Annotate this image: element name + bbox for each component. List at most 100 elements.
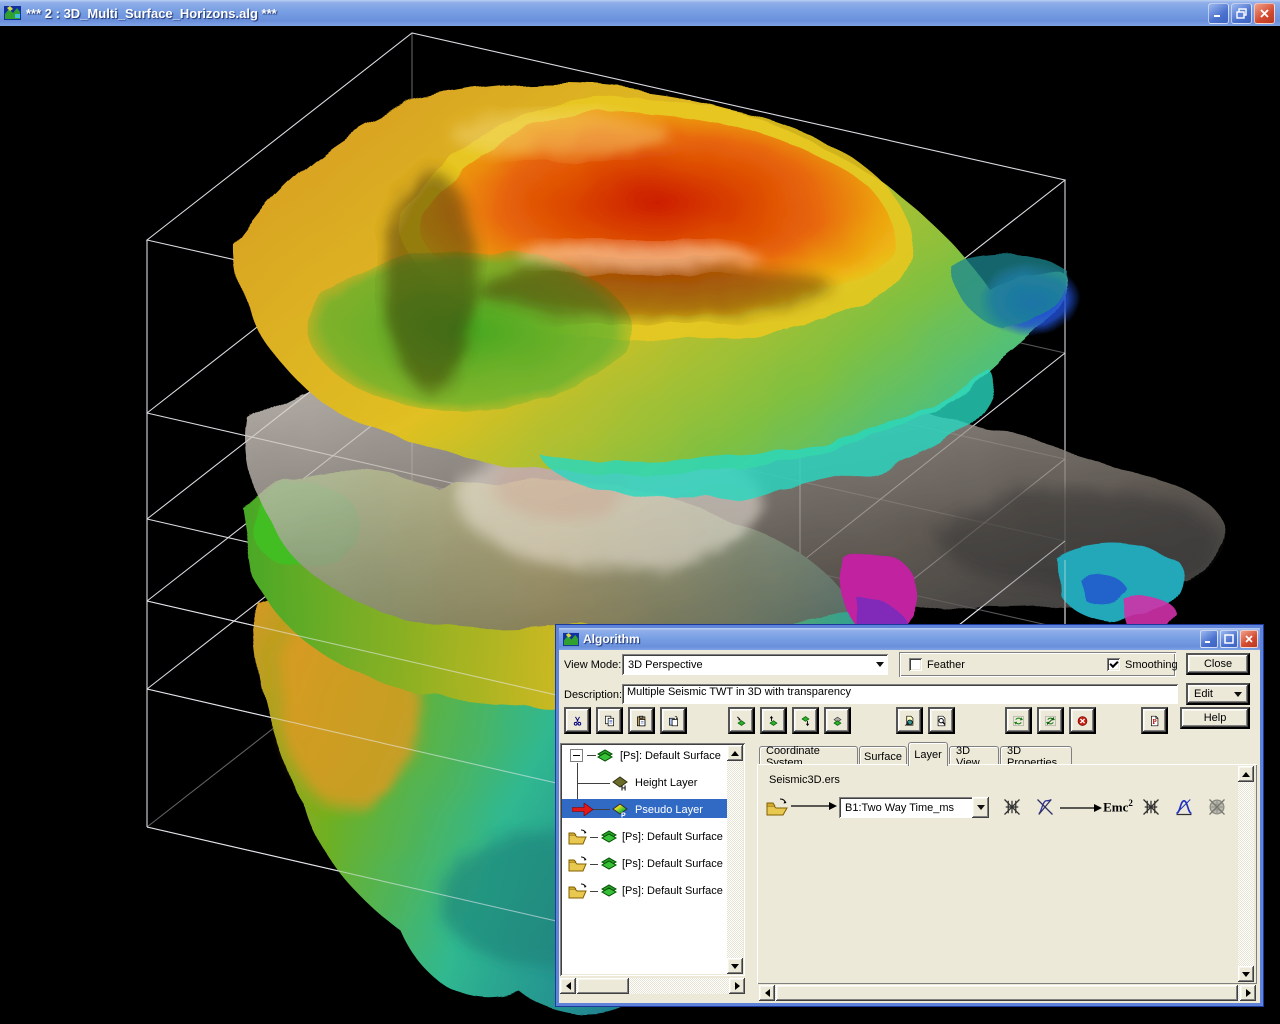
algorithm-dialog-icon xyxy=(563,632,579,647)
scroll-down-icon[interactable] xyxy=(1238,966,1254,982)
collapse-toggle[interactable] xyxy=(570,749,583,762)
scroll-right-icon[interactable] xyxy=(1240,985,1256,1001)
tree-item-height-layer[interactable]: H Height Layer xyxy=(611,774,697,792)
transform-disabled-icon xyxy=(1035,797,1055,817)
page-setup-icon: P xyxy=(1149,713,1160,729)
chevron-down-icon[interactable] xyxy=(972,797,989,818)
edit-menu-button[interactable]: Edit xyxy=(1186,683,1250,705)
minimize-icon xyxy=(1213,8,1224,19)
panel-horizontal-scrollbar[interactable] xyxy=(759,985,1256,1001)
tree-item-label: [Ps]: Default Surface xyxy=(622,858,723,870)
render-options-group: Feather Smoothing xyxy=(899,652,1176,677)
chevron-down-icon[interactable] xyxy=(871,654,888,675)
tree-horizontal-scrollbar[interactable] xyxy=(560,978,745,994)
tab-3d-properties[interactable]: 3D Properties xyxy=(1000,746,1072,766)
feather-checkbox-box[interactable] xyxy=(909,658,922,671)
close-dialog-button[interactable]: Close xyxy=(1186,653,1250,675)
tree-item-surface-4[interactable]: [Ps]: Default Surface xyxy=(568,882,723,900)
tree-item-surface-2[interactable]: [Ps]: Default Surface xyxy=(568,828,723,846)
cut-icon xyxy=(572,713,583,729)
transform-disabled-button[interactable] xyxy=(1033,795,1057,819)
tree-item-surface-3[interactable]: [Ps]: Default Surface xyxy=(568,855,723,873)
window-titlebar[interactable]: *** 2 : 3D_Multi_Surface_Horizons.alg **… xyxy=(0,0,1280,26)
kernel-disabled-icon xyxy=(1002,797,1022,817)
formula-button[interactable]: Emc2 xyxy=(1103,795,1133,819)
scrollbar-thumb[interactable] xyxy=(577,978,629,994)
scroll-up-icon[interactable] xyxy=(727,745,743,761)
view-mode-select[interactable]: 3D Perspective xyxy=(622,654,888,675)
scroll-right-icon[interactable] xyxy=(729,978,745,994)
svg-text:H: H xyxy=(621,786,626,792)
scroll-left-icon[interactable] xyxy=(560,978,576,994)
algorithm-dialog-titlebar[interactable]: Algorithm xyxy=(559,628,1260,650)
folder-icon xyxy=(568,829,588,845)
view-mode-value: 3D Perspective xyxy=(622,659,871,671)
smoothing-checkbox[interactable]: Smoothing xyxy=(1107,658,1178,671)
description-input[interactable]: Multiple Seismic TWT in 3D with transpar… xyxy=(622,684,1178,704)
panel-vertical-scrollbar[interactable] xyxy=(1238,766,1254,982)
smoothing-checkbox-box[interactable] xyxy=(1107,658,1120,671)
preview-dataset-button[interactable] xyxy=(928,707,955,734)
dialog-maximize-button[interactable] xyxy=(1220,630,1238,648)
dialog-close-button[interactable] xyxy=(1240,630,1258,648)
tree-connector xyxy=(590,837,598,838)
surface-layers-icon xyxy=(600,856,618,872)
tree-item-pseudo-layer[interactable]: P Pseudo Layer xyxy=(611,801,703,819)
description-label: Description: xyxy=(564,689,622,701)
paste-button[interactable] xyxy=(628,707,655,734)
add-layer-icon xyxy=(736,713,747,729)
refresh-auto-button[interactable] xyxy=(1037,707,1064,734)
copy-button[interactable] xyxy=(596,707,623,734)
help-button[interactable]: Help xyxy=(1180,707,1250,729)
band-select[interactable]: B1:Two Way Time_ms xyxy=(839,797,989,818)
current-layer-arrow-icon xyxy=(572,803,594,816)
close-button[interactable] xyxy=(1254,3,1275,24)
tab-coordinate-system[interactable]: Coordinate System xyxy=(759,746,858,766)
dialog-minimize-button[interactable] xyxy=(1200,630,1218,648)
final-transform-icon xyxy=(1174,797,1194,817)
tab-surface[interactable]: Surface xyxy=(859,746,907,766)
edit-dataset-icon xyxy=(904,713,915,729)
refresh-image-button[interactable] xyxy=(1005,707,1032,734)
tab-layer[interactable]: Layer xyxy=(908,742,948,766)
scrollbar-thumb[interactable] xyxy=(776,985,1238,1001)
page-setup-button[interactable]: P xyxy=(1141,707,1168,734)
tab-3d-view[interactable]: 3D View xyxy=(949,746,999,766)
minimize-button[interactable] xyxy=(1208,3,1229,24)
restore-button[interactable] xyxy=(1231,3,1252,24)
add-layer-button[interactable] xyxy=(728,707,755,734)
surface-layers-icon xyxy=(600,883,618,899)
edit-dataset-button[interactable] xyxy=(896,707,923,734)
move-layer-up-button[interactable] xyxy=(760,707,787,734)
tree-vertical-scrollbar[interactable] xyxy=(727,745,743,974)
application-window: *** 2 : 3D_Multi_Surface_Horizons.alg **… xyxy=(0,0,1280,1024)
refresh-auto-icon xyxy=(1045,713,1056,729)
scroll-left-icon[interactable] xyxy=(759,985,775,1001)
open-dataset-button[interactable] xyxy=(765,795,789,819)
final-transform-button[interactable] xyxy=(1172,795,1196,819)
scroll-down-icon[interactable] xyxy=(727,958,743,974)
paste-special-icon xyxy=(668,713,679,729)
stop-drawing-button[interactable] xyxy=(1069,707,1096,734)
formula-icon: Emc2 xyxy=(1103,798,1133,815)
feather-checkbox[interactable]: Feather xyxy=(909,658,965,671)
move-layer-down-button[interactable] xyxy=(792,707,819,734)
tree-item-label: Pseudo Layer xyxy=(635,804,703,816)
copy-layer-button[interactable] xyxy=(824,707,851,734)
cut-button[interactable] xyxy=(564,707,591,734)
tab-label: Layer xyxy=(914,749,942,761)
svg-text:P: P xyxy=(621,813,626,819)
tree-connector xyxy=(590,864,598,865)
color-disabled-button[interactable] xyxy=(1205,795,1229,819)
smoothing-label: Smoothing xyxy=(1125,659,1178,671)
tree-item-surface-1[interactable]: [Ps]: Default Surface xyxy=(596,747,721,765)
paste-icon xyxy=(636,713,647,729)
kernel-disabled-button[interactable] xyxy=(1000,795,1024,819)
surface-layers-icon xyxy=(600,829,618,845)
surface-layers-icon xyxy=(596,748,614,764)
restore-icon xyxy=(1236,8,1247,19)
pseudo-layer-icon: P xyxy=(611,802,629,818)
paste-special-button[interactable] xyxy=(660,707,687,734)
scroll-up-icon[interactable] xyxy=(1238,766,1254,782)
kernel2-disabled-button[interactable] xyxy=(1139,795,1163,819)
